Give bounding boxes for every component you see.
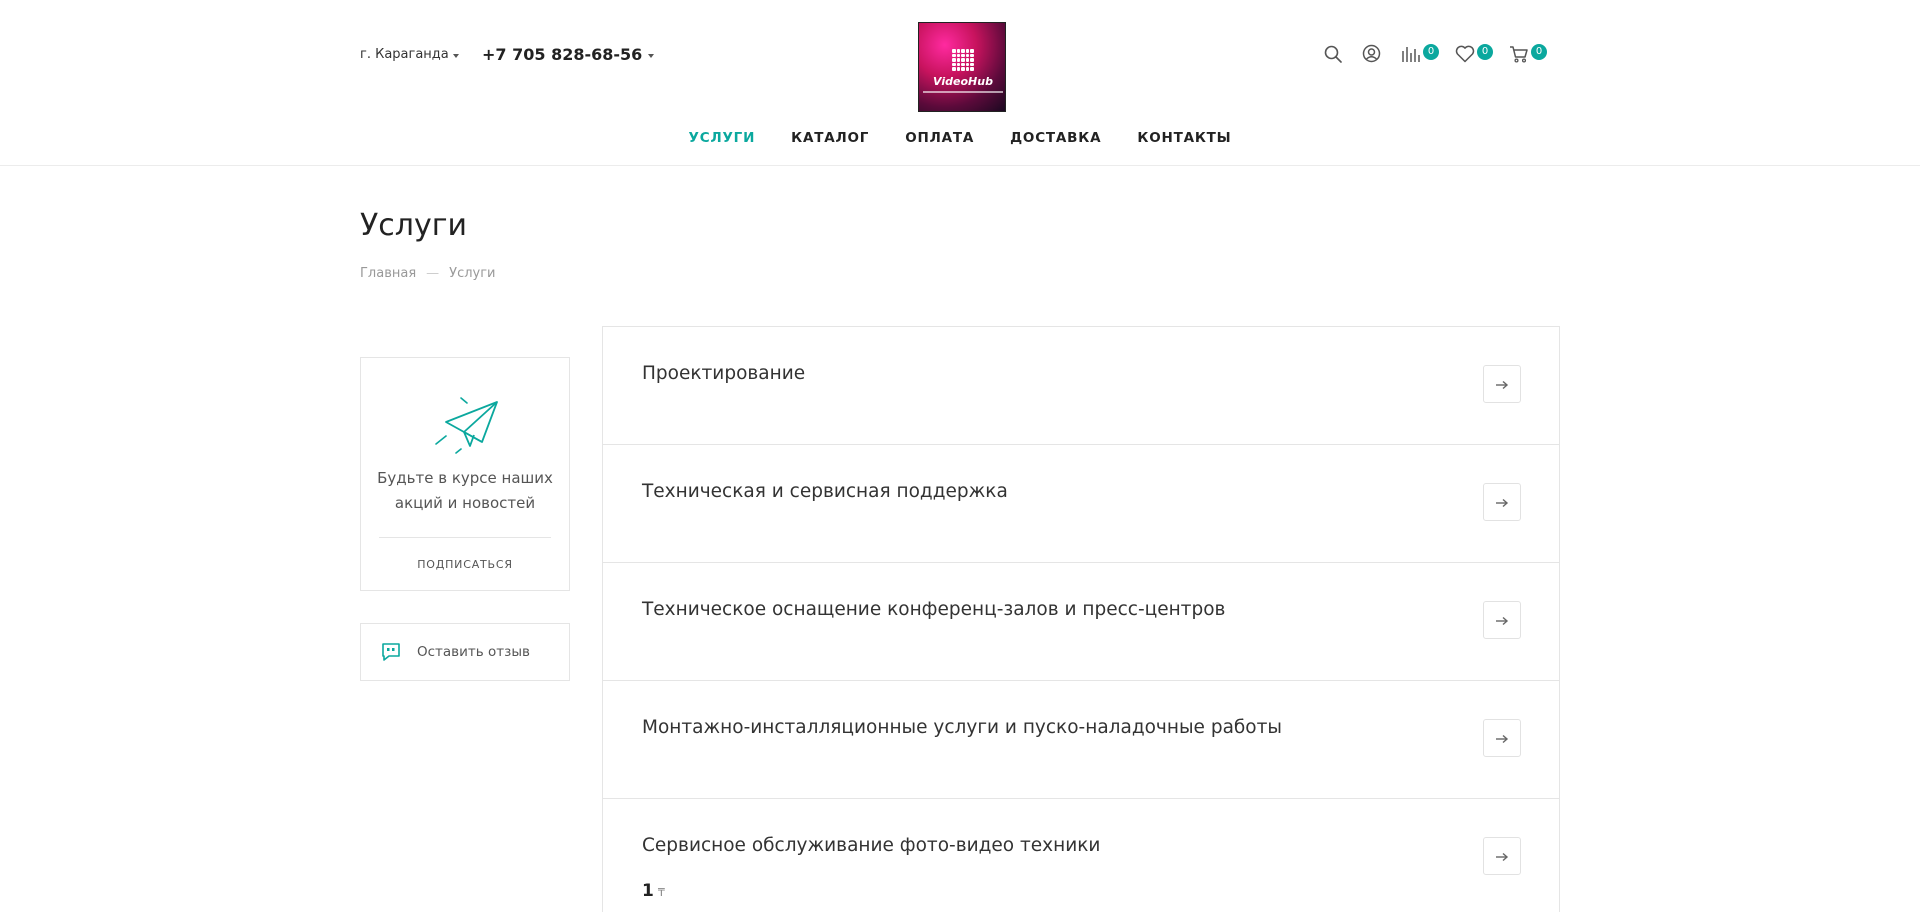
paper-plane-icon bbox=[434, 396, 500, 458]
price-currency: ₸ bbox=[657, 886, 665, 899]
nav-item-services[interactable]: УСЛУГИ bbox=[671, 130, 774, 146]
service-arrow-button[interactable] bbox=[1483, 837, 1521, 875]
chat-quote-icon bbox=[381, 642, 401, 662]
service-title: Монтажно-инсталляционные услуги и пуско-… bbox=[642, 717, 1283, 738]
phone-selector[interactable]: +7 705 828-68-56 bbox=[482, 45, 655, 64]
nav-item-catalog[interactable]: КАТАЛОГ bbox=[773, 130, 887, 146]
service-title: Техническое оснащение конференц-залов и … bbox=[642, 599, 1226, 620]
breadcrumb-home-link[interactable]: Главная bbox=[360, 266, 416, 281]
header-icons: 0 0 0 bbox=[1324, 43, 1547, 63]
cart-count-badge: 0 bbox=[1531, 43, 1547, 60]
subscribe-button[interactable]: ПОДПИСАТЬСЯ bbox=[361, 558, 569, 571]
arrow-right-icon bbox=[1495, 493, 1509, 512]
subscribe-divider bbox=[379, 537, 551, 538]
account-button[interactable] bbox=[1362, 44, 1381, 63]
logo-tagline-line bbox=[923, 91, 1003, 93]
logo-text: VideoHub bbox=[933, 75, 993, 88]
service-title: Проектирование bbox=[642, 363, 806, 384]
leave-review-button[interactable]: Оставить отзыв bbox=[360, 623, 570, 681]
logo-mark bbox=[952, 49, 974, 71]
compare-button[interactable]: 0 bbox=[1401, 43, 1439, 63]
subscribe-text: Будьте в курсе наших акций и новостей bbox=[377, 469, 553, 512]
chevron-down-icon bbox=[452, 53, 459, 58]
search-button[interactable] bbox=[1324, 45, 1342, 63]
chevron-down-icon bbox=[648, 53, 655, 58]
compare-count-badge: 0 bbox=[1423, 43, 1439, 60]
service-arrow-button[interactable] bbox=[1483, 365, 1521, 403]
nav-item-contacts[interactable]: КОНТАКТЫ bbox=[1119, 130, 1249, 146]
user-icon bbox=[1362, 44, 1381, 63]
breadcrumb-separator: — bbox=[426, 266, 440, 281]
price-value: 1 bbox=[642, 881, 654, 901]
nav-item-payment[interactable]: ОПЛАТА bbox=[887, 130, 992, 146]
service-arrow-button[interactable] bbox=[1483, 719, 1521, 757]
subscribe-widget: Будьте в курсе наших акций и новостей ПО… bbox=[360, 357, 570, 591]
search-icon bbox=[1324, 45, 1342, 63]
service-price: 1 ₸ bbox=[642, 881, 665, 901]
main-nav: УСЛУГИ КАТАЛОГ ОПЛАТА ДОСТАВКА КОНТАКТЫ bbox=[0, 130, 1920, 146]
site-logo[interactable]: VideoHub bbox=[918, 22, 1006, 112]
list-item[interactable]: Техническая и сервисная поддержка bbox=[603, 445, 1559, 563]
service-arrow-button[interactable] bbox=[1483, 483, 1521, 521]
arrow-right-icon bbox=[1495, 729, 1509, 748]
arrow-right-icon bbox=[1495, 611, 1509, 630]
arrow-right-icon bbox=[1495, 847, 1509, 866]
service-title: Техническая и сервисная поддержка bbox=[642, 481, 1008, 502]
favorites-count-badge: 0 bbox=[1477, 43, 1493, 60]
services-list: Проектирование Техническая и сервисная п… bbox=[602, 326, 1560, 912]
page-title: Услуги bbox=[360, 208, 467, 243]
review-label: Оставить отзыв bbox=[417, 644, 530, 660]
favorites-button[interactable]: 0 bbox=[1455, 43, 1493, 63]
heart-icon bbox=[1455, 45, 1475, 63]
list-item[interactable]: Проектирование bbox=[603, 327, 1559, 445]
city-selector[interactable]: г. Караганда bbox=[360, 47, 459, 62]
list-item[interactable]: Сервисное обслуживание фото-видео техник… bbox=[603, 799, 1559, 912]
cart-button[interactable]: 0 bbox=[1509, 43, 1547, 63]
list-item[interactable]: Техническое оснащение конференц-залов и … bbox=[603, 563, 1559, 681]
breadcrumb: Главная — Услуги bbox=[360, 266, 496, 281]
breadcrumb-current: Услуги bbox=[449, 266, 496, 281]
arrow-right-icon bbox=[1495, 375, 1509, 394]
compare-icon bbox=[1401, 45, 1421, 63]
list-item[interactable]: Монтажно-инсталляционные услуги и пуско-… bbox=[603, 681, 1559, 799]
service-arrow-button[interactable] bbox=[1483, 601, 1521, 639]
site-header: г. Караганда +7 705 828-68-56 VideoHub 0… bbox=[0, 0, 1920, 166]
cart-icon bbox=[1509, 45, 1529, 63]
nav-item-delivery[interactable]: ДОСТАВКА bbox=[992, 130, 1119, 146]
city-label: г. Караганда bbox=[360, 47, 449, 62]
phone-number: +7 705 828-68-56 bbox=[482, 45, 643, 64]
service-title: Сервисное обслуживание фото-видео техник… bbox=[642, 835, 1101, 856]
